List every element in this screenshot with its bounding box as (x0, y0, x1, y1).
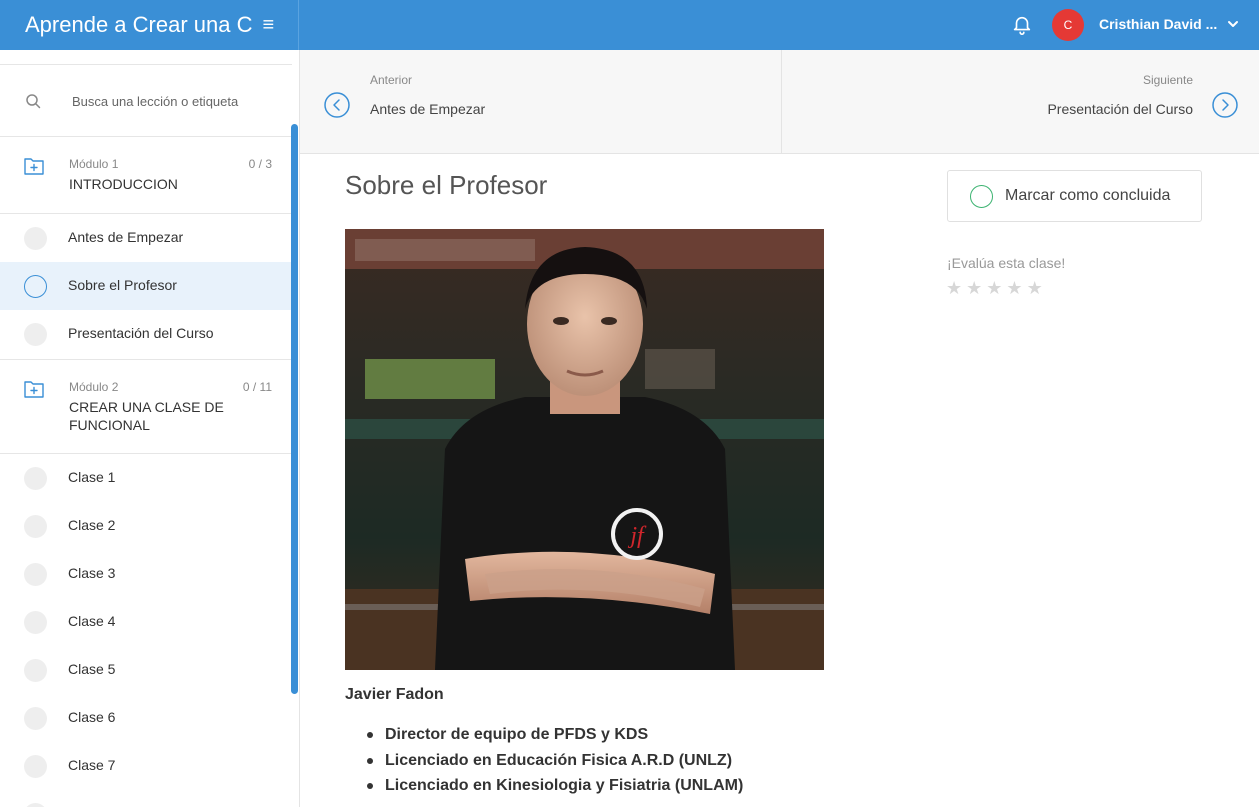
course-title: Aprende a Crear una C (25, 12, 253, 37)
lesson-item[interactable]: Clase 3 (0, 550, 292, 598)
lesson-label: Clase 5 (68, 661, 116, 677)
lesson-status-icon (24, 563, 47, 586)
chevron-down-icon[interactable] (1226, 17, 1240, 31)
lesson-item[interactable]: Clase 4 (0, 598, 292, 646)
lesson-status-icon (24, 275, 47, 298)
lesson-item[interactable]: Clase 6 (0, 694, 292, 742)
search-icon (26, 94, 41, 109)
lesson-label: Clase 1 (68, 469, 116, 485)
previous-lesson-title: Antes de Empezar (370, 101, 486, 117)
lesson-label: Clase 6 (68, 709, 116, 725)
lesson-status-icon (24, 227, 47, 250)
lesson-label: Clase 4 (68, 613, 116, 629)
module-label: Módulo 1 (69, 157, 119, 171)
lesson-sidebar: Módulo 1 0 / 3 INTRODUCCION Antes de Emp… (0, 50, 300, 807)
rate-lesson-label: ¡Evalúa esta clase! (947, 255, 1066, 271)
chevron-left-icon[interactable] (324, 92, 350, 118)
lesson-item[interactable]: Clase 1 (0, 454, 292, 502)
lesson-item[interactable]: Clase 2 (0, 502, 292, 550)
chevron-right-icon[interactable] (1212, 92, 1238, 118)
star-icon[interactable]: ★ (966, 279, 982, 297)
instructor-name: Javier Fadon (345, 686, 444, 703)
lesson-item-active[interactable]: Sobre el Profesor (0, 262, 292, 310)
next-lesson-link[interactable]: Siguiente Presentación del Curso (783, 50, 1259, 153)
next-lesson-title: Presentación del Curso (1047, 101, 1193, 117)
module-label: Módulo 2 (69, 380, 119, 394)
credential-item: Licenciado en Educación Fisica A.R.D (UN… (345, 748, 743, 774)
module-2-header[interactable]: Módulo 2 0 / 11 CREAR UNA CLASE DE FUNCI… (0, 359, 292, 454)
lesson-status-icon (24, 659, 47, 682)
check-circle-icon (970, 185, 993, 208)
lesson-title: Sobre el Profesor (345, 170, 548, 200)
lesson-status-icon (24, 323, 47, 346)
instructor-credentials: Director de equipo de PFDS y KDS Licenci… (345, 722, 743, 799)
star-icon[interactable]: ★ (986, 279, 1002, 297)
lesson-item[interactable]: Clase 5 (0, 646, 292, 694)
lesson-item[interactable]: Antes de Empezar (0, 214, 292, 262)
lesson-status-icon (24, 515, 47, 538)
lesson-status-icon (24, 611, 47, 634)
lesson-status-icon (24, 707, 47, 730)
folder-plus-icon (24, 158, 44, 175)
module-title: INTRODUCCION (69, 176, 178, 192)
module-1-header[interactable]: Módulo 1 0 / 3 INTRODUCCION (0, 137, 292, 214)
lesson-label: Clase 3 (68, 565, 116, 581)
credential-item: Director de equipo de PFDS y KDS (345, 722, 743, 748)
previous-lesson-link[interactable]: Anterior Antes de Empezar (300, 50, 782, 153)
lesson-item[interactable] (0, 790, 292, 807)
module-title: CREAR UNA CLASE DE FUNCIONAL (69, 399, 224, 433)
mark-complete-label: Marcar como concluida (1005, 187, 1171, 204)
lesson-status-icon (24, 467, 47, 490)
lesson-item[interactable]: Presentación del Curso (0, 310, 292, 358)
lesson-status-icon (24, 755, 47, 778)
credential-item: Licenciado en Kinesiologia y Fisiatria (… (345, 773, 743, 799)
top-bar: Aprende a Crear una C ≡ C Cristhian Davi… (0, 0, 1259, 50)
star-icon[interactable]: ★ (946, 279, 962, 297)
user-name[interactable]: Cristhian David ... (1099, 16, 1217, 32)
lesson-item[interactable]: Clase 7 (0, 742, 292, 790)
mark-complete-button[interactable]: Marcar como concluida (947, 170, 1202, 222)
star-rating[interactable]: ★ ★ ★ ★ ★ (946, 279, 1043, 297)
module-progress: 0 / 11 (242, 380, 272, 394)
menu-icon[interactable]: ≡ (262, 15, 274, 35)
module-progress: 0 / 3 (248, 157, 272, 171)
star-icon[interactable]: ★ (1006, 279, 1022, 297)
star-icon[interactable]: ★ (1027, 279, 1043, 297)
lesson-label: Antes de Empezar (68, 229, 184, 245)
lesson-label: Sobre el Profesor (68, 277, 177, 293)
avatar[interactable]: C (1052, 9, 1084, 41)
lesson-navigation: Anterior Antes de Empezar Siguiente Pres… (300, 50, 1259, 154)
lesson-status-icon (24, 803, 47, 807)
sidebar-scrollbar[interactable] (291, 124, 298, 694)
lesson-label: Clase 7 (68, 757, 116, 773)
lesson-label: Clase 2 (68, 517, 116, 533)
lesson-search (0, 64, 292, 137)
previous-label: Anterior (370, 73, 413, 87)
lesson-label: Presentación del Curso (68, 325, 214, 341)
course-title-menu[interactable]: Aprende a Crear una C ≡ (0, 0, 299, 50)
search-input[interactable] (72, 89, 272, 113)
bell-icon[interactable] (1011, 13, 1033, 37)
folder-plus-icon (24, 381, 44, 398)
next-label: Siguiente (1142, 73, 1193, 87)
instructor-photo: jf (345, 229, 824, 670)
